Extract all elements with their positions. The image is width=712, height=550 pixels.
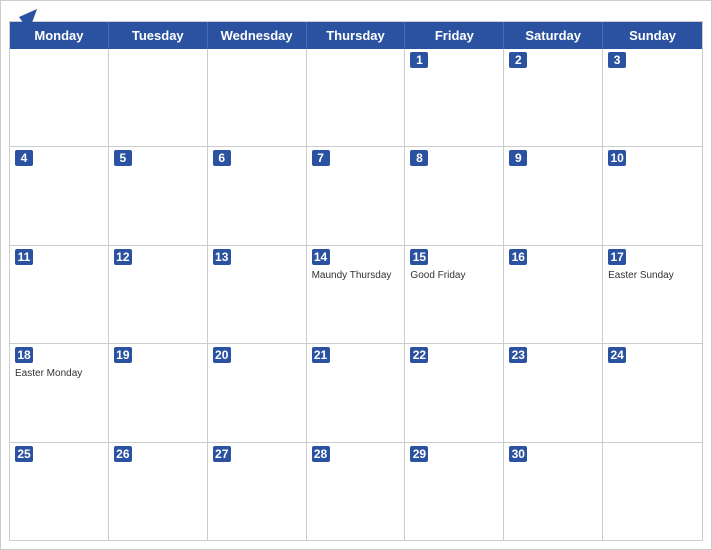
day-number: 22 xyxy=(410,347,428,363)
week-row-1: 1 2 3 xyxy=(10,49,702,147)
day-number: 26 xyxy=(114,446,132,462)
day-cell: 8 xyxy=(405,147,504,244)
calendar-header xyxy=(1,1,711,21)
day-cell: 26 xyxy=(109,443,208,540)
holiday-label: Good Friday xyxy=(410,269,498,282)
day-number: 8 xyxy=(410,150,428,166)
day-cell xyxy=(307,49,406,146)
day-cell: 28 xyxy=(307,443,406,540)
day-cell: 17 Easter Sunday xyxy=(603,246,702,343)
day-number: 27 xyxy=(213,446,231,462)
day-cell xyxy=(603,443,702,540)
logo-bird-icon xyxy=(19,9,37,31)
weekday-headers: MondayTuesdayWednesdayThursdayFridaySatu… xyxy=(10,22,702,49)
day-number: 9 xyxy=(509,150,527,166)
weekday-header-friday: Friday xyxy=(405,22,504,49)
calendar-body: 1234567891011121314Maundy Thursday15Good… xyxy=(10,49,702,540)
day-number: 25 xyxy=(15,446,33,462)
day-cell xyxy=(109,49,208,146)
weekday-header-sunday: Sunday xyxy=(603,22,702,49)
week-row-3: 11 12 13 14 Maundy Thursday 15 Good Friday 16 17… xyxy=(10,246,702,344)
day-cell: 30 xyxy=(504,443,603,540)
day-cell: 7 xyxy=(307,147,406,244)
day-cell: 3 xyxy=(603,49,702,146)
week-row-2: 4 5 6 7 8 9 10 xyxy=(10,147,702,245)
week-row-5: 25 26 27 28 29 30 xyxy=(10,443,702,540)
day-number: 4 xyxy=(15,150,33,166)
day-cell: 12 xyxy=(109,246,208,343)
day-cell xyxy=(10,49,109,146)
day-cell: 5 xyxy=(109,147,208,244)
day-number: 28 xyxy=(312,446,330,462)
day-number: 24 xyxy=(608,347,626,363)
weekday-header-wednesday: Wednesday xyxy=(208,22,307,49)
day-number: 2 xyxy=(509,52,527,68)
day-number: 5 xyxy=(114,150,132,166)
day-cell: 20 xyxy=(208,344,307,441)
day-number: 23 xyxy=(509,347,527,363)
day-number: 30 xyxy=(509,446,527,462)
day-cell: 10 xyxy=(603,147,702,244)
day-number: 1 xyxy=(410,52,428,68)
day-cell: 13 xyxy=(208,246,307,343)
day-cell: 1 xyxy=(405,49,504,146)
day-cell: 6 xyxy=(208,147,307,244)
day-number: 6 xyxy=(213,150,231,166)
day-cell: 29 xyxy=(405,443,504,540)
holiday-label: Easter Monday xyxy=(15,367,103,380)
weekday-header-tuesday: Tuesday xyxy=(109,22,208,49)
day-number: 12 xyxy=(114,249,132,265)
day-cell: 24 xyxy=(603,344,702,441)
day-number: 11 xyxy=(15,249,33,265)
holiday-label: Maundy Thursday xyxy=(312,269,400,282)
day-number: 17 xyxy=(608,249,626,265)
weekday-header-saturday: Saturday xyxy=(504,22,603,49)
day-number: 13 xyxy=(213,249,231,265)
day-cell: 22 xyxy=(405,344,504,441)
holiday-label: Easter Sunday xyxy=(608,269,697,282)
day-number: 14 xyxy=(312,249,330,265)
day-cell: 15 Good Friday xyxy=(405,246,504,343)
day-cell: 27 xyxy=(208,443,307,540)
day-cell: 9 xyxy=(504,147,603,244)
day-number: 7 xyxy=(312,150,330,166)
day-number: 15 xyxy=(410,249,428,265)
day-number: 21 xyxy=(312,347,330,363)
day-cell: 16 xyxy=(504,246,603,343)
day-cell: 14 Maundy Thursday xyxy=(307,246,406,343)
weekday-header-thursday: Thursday xyxy=(307,22,406,49)
day-number: 3 xyxy=(608,52,626,68)
day-cell: 18 Easter Monday xyxy=(10,344,109,441)
day-cell: 21 xyxy=(307,344,406,441)
day-cell: 25 xyxy=(10,443,109,540)
calendar-page: MondayTuesdayWednesdayThursdayFridaySatu… xyxy=(0,0,712,550)
day-number: 20 xyxy=(213,347,231,363)
calendar-grid: MondayTuesdayWednesdayThursdayFridaySatu… xyxy=(9,21,703,541)
day-number: 16 xyxy=(509,249,527,265)
day-number: 10 xyxy=(608,150,626,166)
day-cell: 4 xyxy=(10,147,109,244)
day-number: 19 xyxy=(114,347,132,363)
day-number: 18 xyxy=(15,347,33,363)
day-cell: 2 xyxy=(504,49,603,146)
day-cell xyxy=(208,49,307,146)
logo xyxy=(17,9,37,31)
day-cell: 11 xyxy=(10,246,109,343)
day-cell: 23 xyxy=(504,344,603,441)
day-number: 29 xyxy=(410,446,428,462)
day-cell: 19 xyxy=(109,344,208,441)
week-row-4: 18 Easter Monday 19 20 21 22 23 24 xyxy=(10,344,702,442)
